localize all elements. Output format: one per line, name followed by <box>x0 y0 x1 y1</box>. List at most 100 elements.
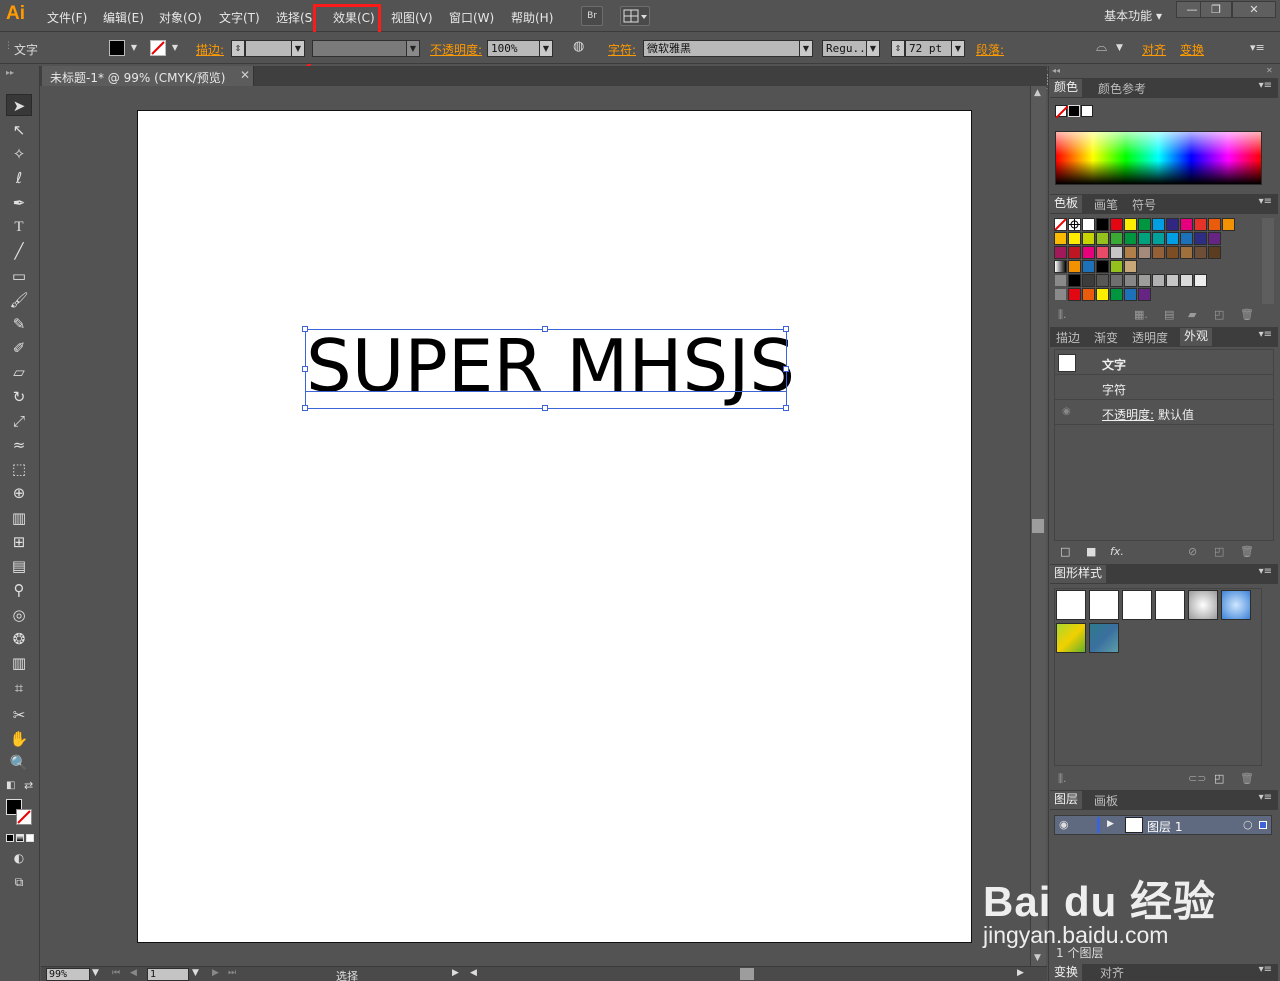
swatch-chip[interactable] <box>1152 218 1165 231</box>
font-size-stepper[interactable]: ⇕ <box>891 40 905 57</box>
scale-tool-icon[interactable]: ⤢ <box>6 410 32 432</box>
visibility-eye-icon[interactable]: ◉ <box>1062 406 1071 417</box>
scroll-down-icon[interactable]: ▼ <box>1034 953 1041 963</box>
tab-gradient[interactable]: 渐变 <box>1090 329 1122 346</box>
previous-artboard-icon[interactable]: ◀ <box>130 968 137 978</box>
style-teal-pattern[interactable] <box>1089 623 1119 653</box>
magic-wand-tool-icon[interactable]: ✧ <box>6 143 32 165</box>
lasso-tool-icon[interactable]: ℓ <box>6 167 32 189</box>
vertical-scroll-thumb[interactable] <box>1032 519 1044 533</box>
mesh-tool-icon[interactable]: ⊞ <box>6 531 32 553</box>
stroke-label[interactable]: 描边: <box>196 41 224 58</box>
new-swatch-icon[interactable]: ◰ <box>1214 308 1224 321</box>
panel-menu-icon[interactable]: ▾≡ <box>1250 41 1265 54</box>
style-green-pattern[interactable] <box>1056 623 1086 653</box>
collapse-icon[interactable]: ▸▸ <box>6 68 14 77</box>
swatch-chip[interactable] <box>1096 260 1109 273</box>
menu-window[interactable]: 窗口(W) <box>449 9 494 26</box>
swatch-chip[interactable] <box>1208 246 1221 259</box>
width-tool-icon[interactable]: ≈ <box>6 434 32 456</box>
swatch-chip[interactable] <box>1082 232 1095 245</box>
font-style-field[interactable]: Regu... <box>822 40 868 57</box>
screen-mode-icon[interactable]: ⧉ <box>6 871 32 893</box>
last-artboard-icon[interactable]: ⏭ <box>228 968 236 978</box>
layer-name[interactable]: 图层 1 <box>1147 818 1182 835</box>
swatch-chip[interactable] <box>1180 232 1193 245</box>
swatch-chip[interactable] <box>1096 218 1109 231</box>
swatch-chip[interactable] <box>1194 274 1207 287</box>
swatch-chip[interactable] <box>1124 218 1137 231</box>
swatch-chip[interactable] <box>1082 274 1095 287</box>
slice-tool-icon[interactable]: ✂ <box>6 704 32 726</box>
swatch-chip[interactable] <box>1194 246 1207 259</box>
align-label[interactable]: 对齐 <box>1142 41 1166 58</box>
chevron-down-icon[interactable]: ▼ <box>951 40 965 57</box>
recolor-icon[interactable]: ◍ <box>573 39 584 54</box>
eyedropper-tool-icon[interactable]: ⚲ <box>6 579 32 601</box>
swatch-chip[interactable] <box>1194 232 1207 245</box>
tab-appearance[interactable]: 外观 <box>1180 328 1213 346</box>
menu-file[interactable]: 文件(F) <box>47 9 87 26</box>
tab-brushes[interactable]: 画笔 <box>1090 196 1122 213</box>
chevron-down-icon[interactable]: ▼ <box>127 40 141 57</box>
swatch-chip[interactable] <box>1208 218 1221 231</box>
show-swatch-kinds-icon[interactable]: ▦. <box>1134 308 1148 321</box>
chevron-down-icon[interactable]: ▼ <box>168 40 182 57</box>
blend-tool-icon[interactable]: ◎ <box>6 604 32 626</box>
delete-item-icon[interactable]: 🗑 <box>1240 545 1254 558</box>
resize-handle-l[interactable] <box>302 366 308 372</box>
swatch-chip[interactable] <box>1110 246 1123 259</box>
chevron-down-icon[interactable]: ▼ <box>406 40 420 57</box>
appearance-object-row[interactable]: 文字 <box>1054 351 1274 375</box>
swatch-libraries-icon[interactable]: ⫼. <box>1058 308 1067 322</box>
swatch-chip[interactable] <box>1068 260 1081 273</box>
tab-artboards[interactable]: 画板 <box>1090 792 1122 809</box>
character-label[interactable]: 字符: <box>608 41 636 58</box>
symbol-sprayer-tool-icon[interactable]: ❂ <box>6 628 32 650</box>
artboard[interactable] <box>137 110 972 943</box>
appearance-character-row[interactable]: 字符 <box>1054 376 1274 400</box>
swatch-chip[interactable] <box>1152 246 1165 259</box>
chevron-down-icon[interactable]: ▼ <box>291 40 305 57</box>
style-soft-glow[interactable] <box>1188 590 1218 620</box>
tab-swatches[interactable]: 色板 <box>1050 195 1083 213</box>
swatch-chip[interactable] <box>1208 232 1221 245</box>
style-drop-shadow[interactable] <box>1089 590 1119 620</box>
swatch-chip[interactable] <box>1222 218 1235 231</box>
close-icon[interactable]: ✕ <box>1266 66 1273 75</box>
swatch-chip[interactable] <box>1082 288 1095 301</box>
opacity-field[interactable]: 100% <box>487 40 541 57</box>
panel-menu-icon[interactable]: ▾≡ <box>1259 964 1272 975</box>
graphic-style-libraries-icon[interactable]: ⫼. <box>1058 772 1067 786</box>
chevron-down-icon[interactable]: ▼ <box>799 40 813 57</box>
swatch-chip[interactable] <box>1166 246 1179 259</box>
delete-swatch-icon[interactable]: 🗑 <box>1240 308 1254 321</box>
tab-color-guide[interactable]: 颜色参考 <box>1094 80 1150 97</box>
selection-indicator[interactable] <box>1259 821 1267 829</box>
shape-builder-tool-icon[interactable]: ⊕ <box>6 482 32 504</box>
status-menu-icon[interactable]: ▶ <box>452 968 459 978</box>
black-swatch[interactable] <box>1068 105 1080 117</box>
scroll-up-icon[interactable]: ▲ <box>1034 88 1041 98</box>
style-white[interactable] <box>1122 590 1152 620</box>
swatch-chip[interactable] <box>1110 288 1123 301</box>
swatch-chip[interactable] <box>1082 246 1095 259</box>
blob-brush-tool-icon[interactable]: ✐ <box>6 337 32 359</box>
panel-menu-icon[interactable]: ▾≡ <box>1259 80 1272 91</box>
expand-layer-icon[interactable]: ▶ <box>1107 819 1114 829</box>
swatch-chip[interactable] <box>1082 218 1095 231</box>
paintbrush-tool-icon[interactable]: 🖌 <box>6 289 32 311</box>
stroke-weight-field[interactable] <box>245 40 293 57</box>
resize-handle-tl[interactable] <box>302 326 308 332</box>
swatch-chip[interactable] <box>1180 246 1193 259</box>
swatch-chip[interactable] <box>1166 274 1179 287</box>
swatch-chip[interactable] <box>1166 232 1179 245</box>
font-size-field[interactable]: 72 pt <box>905 40 953 57</box>
swatch-chip[interactable] <box>1124 260 1137 273</box>
type-tool-icon[interactable]: T <box>6 216 32 238</box>
swatch-chip[interactable] <box>1180 274 1193 287</box>
appearance-opacity-row[interactable]: ◉ 不透明度: 默认值 <box>1054 401 1274 425</box>
default-colors-icon[interactable]: ◧ <box>6 780 15 791</box>
swatch-chip[interactable] <box>1110 260 1123 273</box>
chevron-down-icon[interactable]: ▼ <box>92 968 99 978</box>
